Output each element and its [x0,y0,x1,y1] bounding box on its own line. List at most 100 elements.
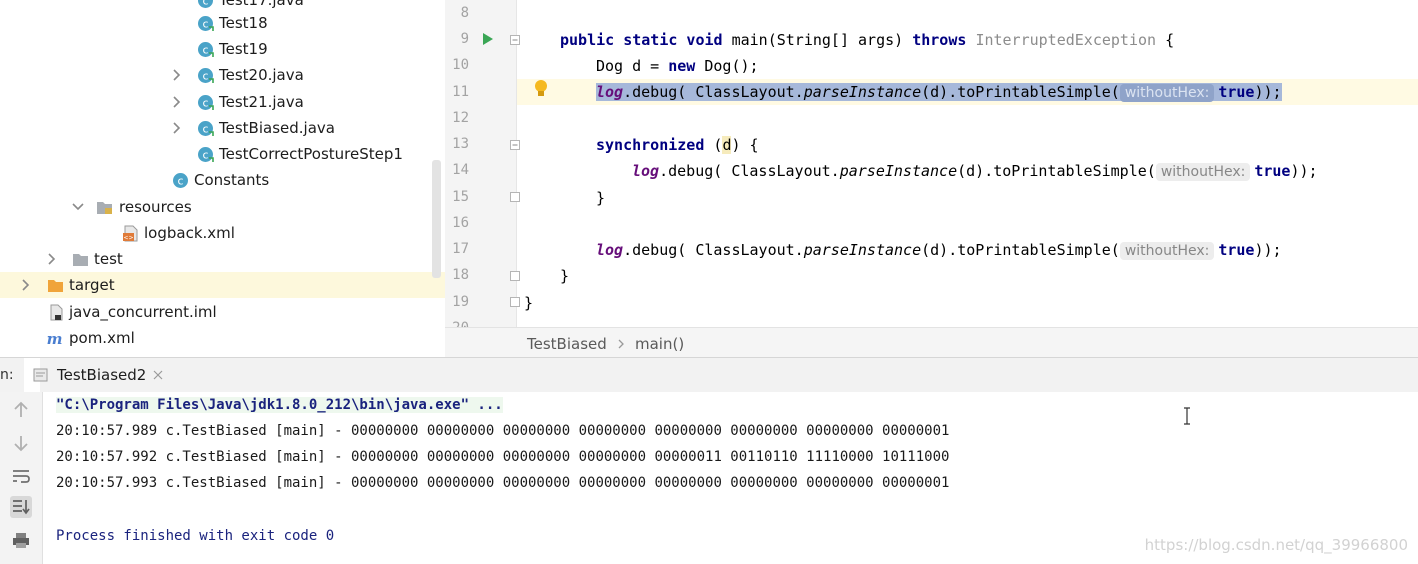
tree-scrollbar[interactable] [432,160,441,278]
line-number: 15 [452,189,469,205]
svg-text:c: c [202,123,208,136]
line-number: 17 [452,241,469,257]
tree-item-label: Test19 [219,40,268,58]
chevron-down-icon[interactable] [71,200,85,214]
code-line-11: log.debug( ClassLayout.parseInstance(d).… [596,83,1282,102]
console-panel[interactable]: "C:\Program Files\Java\jdk1.8.0_212\bin\… [0,392,1418,564]
tree-item-resources[interactable]: resources [0,194,445,220]
param-hint: withoutHex: [1155,163,1251,181]
fold-end-icon[interactable] [510,192,520,202]
param-hint: withoutHex: [1119,242,1215,260]
java-class-icon: c [173,173,188,188]
tree-item-test18[interactable]: c Test18 [0,10,445,36]
line-number: 8 [460,5,469,21]
tree-item-target[interactable]: target [0,272,445,298]
svg-text:c: c [177,175,183,188]
breadcrumb: TestBiased main() [445,327,1418,358]
tree-item-test-folder[interactable]: test [0,246,445,272]
folder-icon [73,254,88,266]
run-icon[interactable] [482,32,494,46]
tree-item-label: Test21.java [219,93,304,111]
fold-end-icon[interactable] [510,271,520,281]
tree-item-label: pom.xml [69,329,135,347]
breadcrumb-file[interactable]: TestBiased [527,335,607,353]
chevron-right-icon[interactable] [19,278,33,292]
scroll-to-end-icon[interactable] [10,496,32,518]
svg-text:<>: <> [123,235,133,242]
code-line-18: } [560,267,570,285]
console-output-line: 20:10:57.989 c.TestBiased [main] - 00000… [56,423,950,439]
code-line-13: synchronized (d) { [596,136,759,154]
tree-item-test21[interactable]: c Test21.java [0,89,445,115]
arrow-up-icon[interactable] [10,399,32,421]
chevron-right-icon[interactable] [170,95,184,109]
line-number: 20 [445,320,469,327]
java-class-icon: c [198,16,214,31]
code-line-10: Dog d = new Dog(); [596,57,759,75]
tree-item-test20[interactable]: c Test20.java [0,62,445,88]
watermark: https://blog.csdn.net/qq_39966800 [1144,536,1408,554]
maven-icon: m [47,330,63,347]
java-class-icon: c [198,68,214,83]
line-number: 16 [452,215,469,231]
arrow-down-icon[interactable] [10,432,32,454]
tree-item-label: test [94,250,123,268]
chevron-right-icon[interactable] [170,121,184,135]
svg-text:c: c [202,44,208,57]
svg-text:c: c [202,0,208,8]
java-class-icon: c [198,0,213,8]
line-number: 12 [452,110,469,126]
tree-item-pom[interactable]: m pom.xml [0,325,445,351]
line-number: 11 [452,84,469,100]
tree-item-label: java_concurrent.iml [69,303,217,321]
tree-item-label: Test20.java [219,66,304,84]
fold-end-icon[interactable] [510,297,520,307]
tree-item-label: resources [119,198,192,216]
console-output-line: 20:10:57.992 c.TestBiased [main] - 00000… [56,449,950,465]
fold-icon[interactable] [510,35,520,45]
run-panel-label: n: [0,367,14,383]
console-exit-line: Process finished with exit code 0 [56,528,335,544]
tree-item-testbiased[interactable]: c TestBiased.java [0,115,445,141]
lightbulb-icon[interactable] [533,79,549,99]
tree-item-label: logback.xml [144,224,235,242]
print-icon[interactable] [10,530,32,552]
tree-item-label: TestBiased.java [219,119,335,137]
run-tab-testbiased2[interactable]: TestBiased2 [24,358,163,392]
chevron-right-icon[interactable] [45,252,59,266]
line-number: 9 [460,31,469,47]
svg-text:m: m [47,330,63,347]
svg-text:c: c [202,97,208,110]
close-icon[interactable] [153,370,163,380]
code-line-9: public static void main(String[] args) t… [560,31,1175,49]
tree-item-label: Test18 [219,14,268,32]
tree-item-test19[interactable]: c Test19 [0,36,445,62]
java-class-icon: c [198,147,214,162]
code-line-19: } [524,294,534,312]
tree-item-label: target [69,276,115,294]
line-number: 14 [452,162,469,178]
svg-text:c: c [202,70,208,83]
fold-icon[interactable] [510,140,520,150]
breadcrumb-method[interactable]: main() [635,335,684,353]
code-line-15: } [596,189,606,207]
line-number: 10 [452,57,469,73]
tree-item-testcorrectposturestep1[interactable]: c TestCorrectPostureStep1 [0,141,445,167]
breadcrumb-separator-icon [618,339,624,349]
soft-wrap-icon[interactable] [10,465,32,487]
code-line-14: log.debug( ClassLayout.parseInstance(d).… [632,162,1318,181]
tree-item-logback[interactable]: <> logback.xml [0,220,445,246]
svg-text:c: c [202,149,208,162]
chevron-right-icon[interactable] [170,68,184,82]
java-class-icon: c [198,121,214,136]
line-number: 13 [452,136,469,152]
tree-item-constants[interactable]: c Constants [0,167,445,193]
java-class-icon: c [198,42,214,57]
tree-item-label: TestCorrectPostureStep1 [219,145,403,163]
resources-folder-icon [97,202,112,214]
code-editor[interactable]: 8 9 10 11 12 13 14 15 16 17 18 19 20 pub… [445,0,1418,327]
tree-item-iml[interactable]: java_concurrent.iml [0,299,445,325]
run-tab-label: TestBiased2 [57,366,147,384]
tree-item-label: Constants [194,171,270,189]
console-output-line: 20:10:57.993 c.TestBiased [main] - 00000… [56,475,950,491]
